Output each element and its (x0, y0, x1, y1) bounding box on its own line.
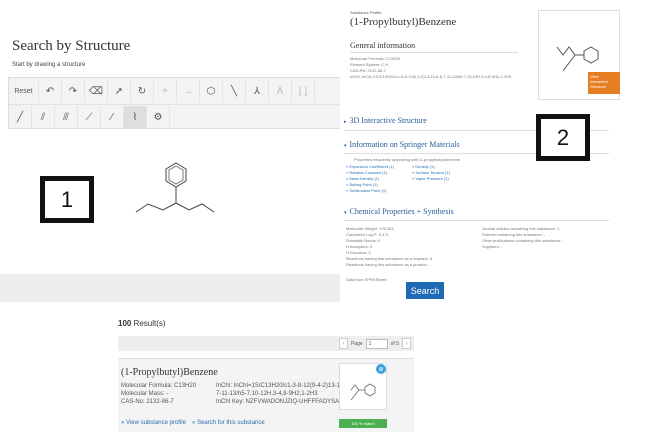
single-bond-icon[interactable]: ╱ (9, 105, 32, 130)
benzene-ring (165, 162, 187, 188)
section-3d-structure[interactable]: ▸ 3D Interactive Structure (344, 116, 427, 125)
callout-marker-2: 2 (536, 114, 590, 161)
callout-marker-1: 1 (40, 176, 94, 223)
result-name[interactable]: (1-Propylbutyl)Benzene (121, 367, 218, 378)
match-badge: 100 % match (339, 419, 387, 428)
result-item: (1-Propylbutyl)Benzene Molecular Formula… (118, 358, 414, 432)
substance-name: (1-Propylbutyl)Benzene (350, 16, 457, 28)
pager: ‹ Page 1 of 5 › (338, 338, 411, 349)
result-meta-left: Molecular Formula: C13H20 Molecular Mass… (121, 383, 197, 405)
divider (344, 220, 609, 221)
eraser-icon[interactable]: ⌫ (85, 79, 108, 103)
collapse-triangle-icon: ▾ (344, 144, 347, 149)
springer-intro: Properties frequently appearing with (1-… (354, 157, 461, 162)
prev-page-icon[interactable]: ‹ (338, 338, 348, 349)
search-substance-link[interactable]: » Search for this substance (192, 420, 265, 426)
page-title: Search by Structure (12, 38, 131, 54)
triple-bond-icon[interactable]: ⫻ (55, 105, 78, 130)
search-button[interactable]: Search (406, 282, 444, 299)
undo-icon[interactable]: ↶ (39, 79, 62, 103)
results-count: 100 Result(s) (118, 319, 166, 328)
bond-icon[interactable]: ╲ (223, 79, 246, 103)
alkyl-chains (135, 187, 215, 213)
springer-properties-col1: » Expansion Coefficient (1)» Relative Co… (346, 164, 394, 194)
hash-bond-icon[interactable]: ⁄ (101, 105, 124, 130)
bond-settings-icon[interactable]: ⚙ (147, 105, 170, 130)
chain-icon[interactable]: ⅄ (246, 79, 269, 103)
wedge-bond-icon[interactable]: ⟋ (78, 105, 101, 130)
view-substance-profile-link[interactable]: » View substance profile (121, 420, 186, 426)
chem-property: Reactions having this substance as a pro… (346, 262, 431, 267)
view-interactive-structure-button[interactable]: View Interactive Structure (588, 72, 620, 94)
springer-properties-col2: » Density (1)» Surface Tension (1)» Vapo… (412, 164, 450, 182)
add-charge-icon[interactable]: + (154, 79, 177, 103)
general-info-list: Molecular Formula: C13H20 Element System… (350, 56, 540, 80)
chem-properties-col1: Molecular Weight: 176.303 Calculated Log … (346, 226, 432, 268)
select-icon[interactable]: ➚ (108, 79, 131, 103)
bracket-icon[interactable]: [ ] (292, 79, 315, 103)
toolbar-row-bonds: ╱ ⫽ ⫻ ⟋ ⁄ ⌇ ⚙ (9, 104, 347, 130)
redo-icon[interactable]: ↷ (62, 79, 85, 103)
chain-tool-icon[interactable]: ⌇ (124, 105, 147, 130)
property-link[interactable]: » Vapor Pressure (1) (412, 176, 450, 182)
result-meta-right: InChI: InChI=1S/C13H20/c1-3-8-12(9-4-2)1… (216, 383, 356, 405)
editor-toolbar: Reset ↶ ↷ ⌫ ➚ ↻ + → ⬡ ╲ ⅄ A[ ] ╱ ⫽ ⫻ ⟋ ⁄ ⌇ ⚙ (8, 77, 348, 130)
chem-properties-col2: Journal articles containing this substan… (482, 226, 564, 250)
double-bond-icon[interactable]: ⫽ (32, 105, 55, 130)
arrow-icon[interactable]: → (177, 79, 200, 103)
pagination-bar: ‹ Page 1 of 5 › (118, 336, 414, 351)
collapse-triangle-icon: ▾ (344, 211, 347, 216)
chem-property: Suppliers: - (482, 244, 503, 249)
rotate-icon[interactable]: ↻ (131, 79, 154, 103)
atom-label-icon[interactable]: A (269, 79, 292, 103)
general-info-heading: General information (350, 41, 416, 50)
reset-button[interactable]: Reset (9, 79, 39, 103)
ring-icon[interactable]: ⬡ (200, 79, 223, 103)
page-total: of 5 (390, 340, 399, 347)
next-page-icon[interactable]: › (402, 338, 411, 349)
toolbar-row-primary: Reset ↶ ↷ ⌫ ➚ ↻ + → ⬡ ╲ ⅄ A[ ] (9, 78, 315, 104)
page-input[interactable]: 1 (365, 338, 388, 349)
substance-profile-panel: Substance Profile (1-Propylbutyl)Benzene… (340, 0, 659, 302)
profile-label: Substance Profile (350, 10, 382, 15)
zoom-icon[interactable]: ⊕ (376, 364, 386, 374)
section-chemical-properties[interactable]: ▾ Chemical Properties + Synthesis (344, 207, 454, 216)
page-label: Page (350, 340, 363, 347)
data-source: Data from SPRESIweb (346, 277, 387, 282)
property-link[interactable]: » Sublimation Point (1) (346, 188, 394, 194)
divider (350, 52, 518, 53)
editor-instructions: Start by drawing a structure (12, 62, 86, 68)
inchi-line: InChI: InChI=1S/C13H20/c1-3-8-12(9-4-2)1… (350, 74, 512, 79)
section-springer-materials[interactable]: ▾ Information on Springer Materials (344, 140, 460, 149)
expand-triangle-icon: ▸ (344, 120, 347, 125)
